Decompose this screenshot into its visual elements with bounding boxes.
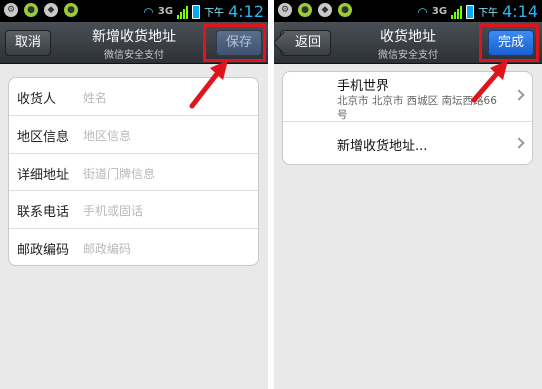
field-label: 邮政编码 [17,243,70,259]
form-row-street[interactable]: 详细地址 街道门牌信息 [9,154,258,192]
field-label: 详细地址 [17,167,70,183]
app-notification-icon: ● [338,3,352,17]
right-screen: ⚙ ● ◆ ● ◠ 3G 下午 4:14 返回 收货地址 微信安全支付 完成 手… [274,0,542,389]
wifi-icon: ◠ [143,4,154,19]
form-row-phone[interactable]: 联系电话 手机或固话 [9,191,258,230]
street-input[interactable]: 街道门牌信息 [83,165,155,182]
chevron-right-icon [513,137,525,149]
address-name: 手机世界 [337,79,390,94]
app-notification-icon: ● [64,3,78,17]
app-notification-icon: ● [24,3,38,17]
signal-icon [177,5,189,19]
status-time: 4:12 [228,2,264,21]
battery-icon [192,4,201,19]
chevron-right-icon [513,89,525,101]
status-time: 4:14 [502,2,538,21]
status-ampm: 下午 [478,8,499,19]
android-icon: ◆ [44,3,58,17]
left-screen: ⚙ ● ◆ ● ◠ 3G 下午 4:12 取消 新增收货地址 微信安全支付 保存… [0,0,268,389]
wifi-icon: ◠ [417,4,428,19]
phone-input[interactable]: 手机或固话 [83,202,143,219]
notification-icons: ⚙ ● ◆ ● [278,3,352,17]
field-label: 地区信息 [17,129,70,145]
add-address-label: 新增收货地址... [337,139,428,154]
field-label: 联系电话 [17,205,70,221]
notification-icons: ⚙ ● ◆ ● [4,3,78,17]
status-bar: ⚙ ● ◆ ● ◠ 3G 下午 4:12 [0,0,268,22]
status-ampm: 下午 [204,8,225,19]
battery-icon [466,4,475,19]
usb-icon: ⚙ [4,3,18,17]
red-arrow-icon [189,60,228,109]
highlight-box [479,24,539,62]
network-type: 3G [431,6,448,17]
red-arrow-icon [471,60,508,103]
form-row-region[interactable]: 地区信息 地区信息 [9,116,258,154]
field-label: 收货人 [17,92,57,107]
signal-icon [451,5,463,19]
form-row-postcode[interactable]: 邮政编码 邮政编码 [9,229,258,267]
region-input[interactable]: 地区信息 [83,127,131,144]
network-type: 3G [157,6,174,17]
add-address-item[interactable]: 新增收货地址... [283,122,532,165]
usb-icon: ⚙ [278,3,292,17]
status-bar: ⚙ ● ◆ ● ◠ 3G 下午 4:14 [274,0,542,22]
android-icon: ◆ [318,3,332,17]
recipient-input[interactable]: 姓名 [83,89,107,106]
postcode-input[interactable]: 邮政编码 [83,240,131,257]
app-notification-icon: ● [298,3,312,17]
